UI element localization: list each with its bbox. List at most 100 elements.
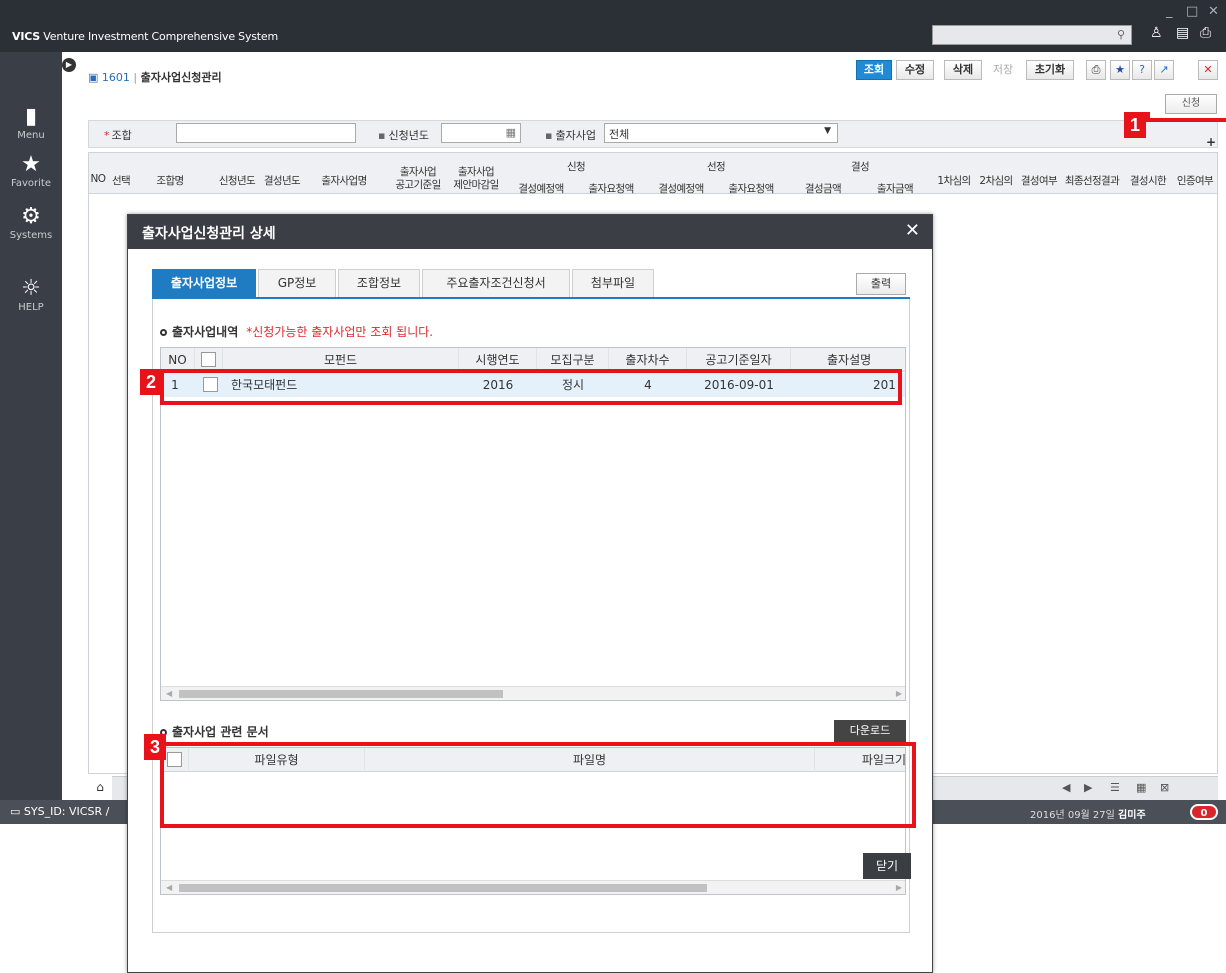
sidebar-item-systems[interactable]: ⚙ Systems [0,204,62,241]
save-button[interactable]: 저장 [984,60,1022,80]
monitor-icon: ▭ [10,805,21,818]
close-icon[interactable]: ✕ [905,221,920,241]
tab-conditions[interactable]: 주요출자조건신청서 [422,269,570,297]
print-icon[interactable]: ⎙ [1086,60,1106,80]
tab-union-info[interactable]: 조합정보 [338,269,420,297]
sidebar-item-label: Favorite [11,178,51,189]
list-view-icon[interactable]: ☰ [1110,781,1120,794]
reset-button[interactable]: 초기화 [1026,60,1074,80]
detail-modal: 출자사업신청관리 상세 ✕ 출자사업정보 GP정보 조합정보 주요출자조건신청서… [127,214,933,973]
horizontal-scrollbar[interactable]: ◀ ▶ [161,686,905,700]
callout-2-number: 2 [140,369,162,395]
callout-1-number: 1 [1124,112,1146,138]
col-union-name: 조합명 [156,175,184,187]
sidebar-toggle-icon[interactable]: ▶ [62,58,76,72]
col-second-review: 2차심의 [979,175,1013,187]
scrollbar-thumb[interactable] [179,690,503,698]
close-button[interactable]: 닫기 [863,853,911,879]
col-apply-group: 신청 [566,161,586,173]
menu-book-icon: ▮ [24,104,38,129]
close-tabs-icon[interactable]: ⊠ [1160,781,1169,794]
col-notice-bottom: 공고기준일 [395,179,441,191]
col-select-group: 선정 [706,161,726,173]
printer-icon[interactable]: ⎙ [1200,25,1211,41]
download-button[interactable]: 다운로드 [834,720,906,742]
close-window-icon[interactable]: ✕ [1208,4,1219,19]
section-business-list: 출자사업내역 *신청가능한 출자사업만 조회 됩니다. [160,323,433,340]
sidebar-item-help[interactable]: ☼ HELP [0,276,62,313]
col-deadline-bottom: 제안마감일 [453,179,499,191]
help-icon[interactable]: ? [1132,60,1152,80]
tab-gp-info[interactable]: GP정보 [258,269,336,297]
col-final-result: 최종선정결과 [1064,175,1120,187]
expand-icon[interactable]: + [1206,136,1218,148]
col-settle-deadline: 결성시한 [1129,175,1167,187]
col-select: 선택 [111,175,131,187]
col-apply-year: 신청년도 [218,175,256,187]
delete-button[interactable]: 삭제 [944,60,982,80]
minimize-icon[interactable]: _ [1166,4,1173,19]
sidebar-item-favorite[interactable]: ★ Favorite [0,152,62,189]
app-title: VICS Venture Investment Comprehensive Sy… [12,30,279,43]
business-label: ▪ 출자사업 [545,129,596,142]
search-button[interactable]: 조회 [856,60,892,80]
scroll-right-icon[interactable]: ▶ [896,881,902,894]
apply-year-label: ▪ 신청년도 [378,129,429,142]
apply-button[interactable]: 신청 [1165,94,1217,114]
chevron-down-icon: ▼ [824,126,831,136]
apply-year-input[interactable]: ▦ [441,123,521,143]
scroll-left-icon[interactable]: ◀ [166,687,172,700]
screen-icon: ▣ [88,71,99,84]
search-icon[interactable]: ⚲ [1117,28,1125,41]
notification-badge[interactable]: 0 [1190,804,1218,820]
user-icon[interactable]: ♙ [1150,25,1163,41]
grid-view-icon[interactable]: ▦ [1136,781,1146,794]
breadcrumb: ▣ 1601 | 출자사업신청관리 [88,71,222,84]
bullet-icon [160,329,167,336]
tab-attachments[interactable]: 첨부파일 [572,269,654,297]
business-select[interactable]: 전체 ▼ [604,123,838,143]
callout-3-number: 3 [144,734,166,760]
close-page-icon[interactable]: ✕ [1198,60,1218,80]
sidebar-item-label: Menu [17,130,45,141]
union-label: * 조합 [104,129,132,142]
gears-icon: ⚙ [21,204,41,229]
home-icon[interactable]: ⌂ [88,776,112,800]
callout-3-box [160,742,916,828]
modal-header: 출자사업신청관리 상세 ✕ [128,215,932,249]
col-settled-yn: 결성여부 [1020,175,1058,187]
next-tab-icon[interactable]: ▶ [1084,781,1092,794]
sys-id: ▭ SYS_ID: VICSR / [10,805,110,818]
callout-2-box [160,369,902,405]
col-settle-year: 결성년도 [263,175,301,187]
lightbulb-icon: ☼ [21,276,41,301]
prev-tab-icon[interactable]: ◀ [1062,781,1070,794]
calendar-icon[interactable]: ▦ [506,126,516,139]
edit-button[interactable]: 수정 [896,60,934,80]
col-business-name: 출자사업명 [321,175,367,187]
sidebar-item-label: Systems [9,230,53,241]
sidebar-item-label: HELP [18,302,44,313]
horizontal-scrollbar[interactable]: ◀ ▶ [161,880,905,894]
page-title: 출자사업신청관리 [140,71,222,84]
union-input[interactable] [176,123,356,143]
print-button[interactable]: 출력 [856,273,906,295]
col-settle-group: 결성 [850,161,870,173]
maximize-icon[interactable]: □ [1186,4,1198,19]
favorite-star-icon[interactable]: ★ [1110,60,1130,80]
popout-icon[interactable]: ↗ [1154,60,1174,80]
sidebar-item-menu[interactable]: ▮ Menu [0,104,62,141]
tab-business-info[interactable]: 출자사업정보 [152,269,256,297]
document-icon[interactable]: ▤ [1176,25,1189,41]
scrollbar-thumb[interactable] [179,884,707,892]
callout-1-box [1146,112,1226,122]
global-search-input[interactable]: ⚲ [932,25,1132,45]
scroll-left-icon[interactable]: ◀ [166,881,172,894]
section-note: *신청가능한 출자사업만 조회 됩니다. [246,325,434,339]
scroll-right-icon[interactable]: ▶ [896,687,902,700]
select-all-checkbox[interactable] [201,352,216,367]
status-date: 2016년 09월 27일 김미주 [1030,810,1146,821]
col-cert-yn: 인증여부 [1176,175,1214,187]
section-related-docs: 출자사업 관련 문서 [160,723,269,740]
star-icon: ★ [21,152,41,177]
